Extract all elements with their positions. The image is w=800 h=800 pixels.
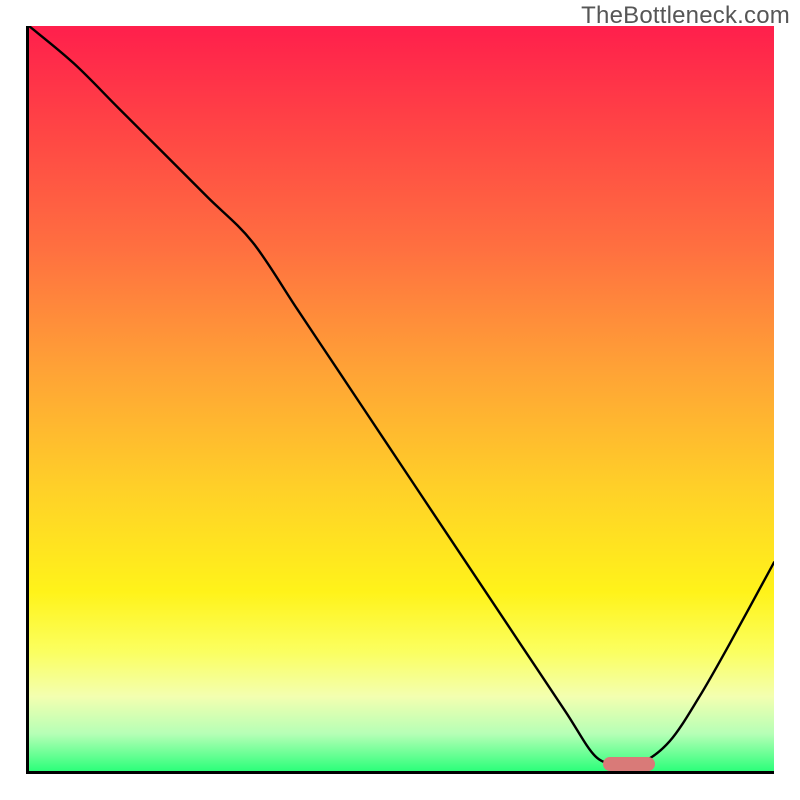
bottleneck-curve bbox=[29, 26, 774, 771]
optimal-range-marker bbox=[603, 757, 655, 771]
plot-area bbox=[29, 26, 774, 771]
chart-stage: TheBottleneck.com bbox=[0, 0, 800, 800]
